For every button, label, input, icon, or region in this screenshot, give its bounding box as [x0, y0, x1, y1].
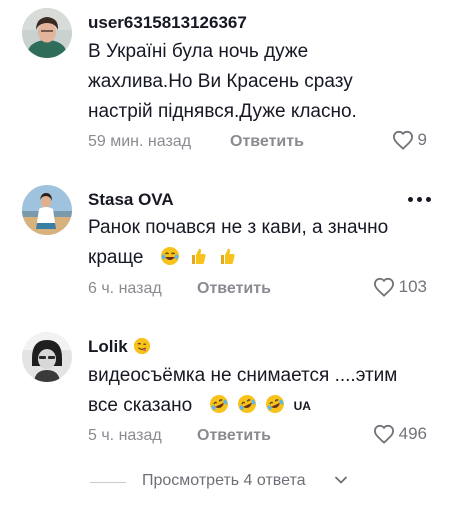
- like-count: 496: [398, 424, 427, 443]
- comment-text-fragment: краще: [88, 247, 144, 268]
- avatar[interactable]: [22, 332, 72, 382]
- reply-button[interactable]: Ответить: [230, 133, 304, 151]
- user-avatar-photo: [22, 332, 72, 382]
- comment-username[interactable]: user6315813126367: [88, 13, 247, 33]
- view-replies-label: Просмотреть 4 ответа: [142, 472, 306, 489]
- comment-text: В Україні була ночь дуже жахлива.Но Ви К…: [88, 37, 433, 127]
- laughing-tears-emoji: [161, 247, 179, 265]
- user-avatar-photo: [22, 185, 72, 235]
- comment-time: 5 ч. назад: [88, 427, 162, 444]
- comment-text-line: В Україні була ночь дуже: [88, 41, 309, 62]
- comment-username[interactable]: Lolik: [88, 337, 154, 357]
- like-button[interactable]: 103: [373, 277, 427, 297]
- comment-2: Stasa OVA Ранок почався не з кави, а зна…: [0, 170, 453, 310]
- winking-emoji: [134, 337, 151, 355]
- more-dot-icon: [417, 197, 422, 202]
- rolling-laughing-emoji: [238, 395, 256, 413]
- reply-button[interactable]: Ответить: [197, 427, 271, 445]
- comment-username[interactable]: Stasa OVA: [88, 190, 174, 210]
- avatar[interactable]: [22, 8, 72, 58]
- comment-text-line: настрій піднявся.Дуже класно.: [88, 101, 357, 122]
- comment-text-line: краще: [88, 243, 433, 273]
- comment-text-line: Ранок почався не з кави, а значно: [88, 217, 389, 238]
- comment-time: 59 мин. назад: [88, 133, 192, 150]
- view-replies-button[interactable]: Просмотреть 4 ответа: [0, 470, 453, 494]
- like-button[interactable]: 9: [392, 130, 427, 150]
- thumbs-up-emoji: [220, 248, 235, 264]
- comment-3: Lolik видеосъёмка не снимается ....этим …: [0, 320, 453, 460]
- heart-icon: [373, 277, 394, 297]
- heart-icon: [373, 424, 394, 444]
- more-options-button[interactable]: [408, 197, 431, 202]
- chevron-down-icon: [335, 476, 347, 484]
- comment-text-line: видеосъёмка не снимается ....этим: [88, 365, 398, 386]
- country-badge: UA: [293, 399, 311, 413]
- more-dot-icon: [408, 197, 413, 202]
- comment-text-line: жахлива.Но Ви Красень сразу: [88, 71, 353, 92]
- like-count: 103: [398, 277, 427, 296]
- like-count: 9: [417, 130, 427, 149]
- like-button[interactable]: 496: [373, 424, 427, 444]
- rolling-laughing-emoji: [209, 395, 228, 413]
- thumbs-up-emoji: [192, 248, 206, 264]
- comment-text-fragment: все сказано: [88, 395, 193, 416]
- comment-text: видеосъёмка не снимается ....этим все ск…: [88, 361, 433, 421]
- comment-text: Ранок почався не з кави, а значно краще: [88, 213, 433, 273]
- reply-button[interactable]: Ответить: [197, 280, 271, 298]
- avatar[interactable]: [22, 185, 72, 235]
- comment-username-text: Lolik: [88, 337, 128, 356]
- heart-icon: [392, 130, 413, 150]
- divider-line: [90, 482, 126, 483]
- more-dot-icon: [426, 197, 431, 202]
- user-avatar-photo: [22, 8, 72, 58]
- comment-time: 6 ч. назад: [88, 280, 162, 297]
- rolling-laughing-emoji: [266, 395, 285, 413]
- comment-1: user6315813126367 В Україні була ночь ду…: [0, 0, 453, 160]
- comment-text-line: все сказано UA: [88, 391, 433, 421]
